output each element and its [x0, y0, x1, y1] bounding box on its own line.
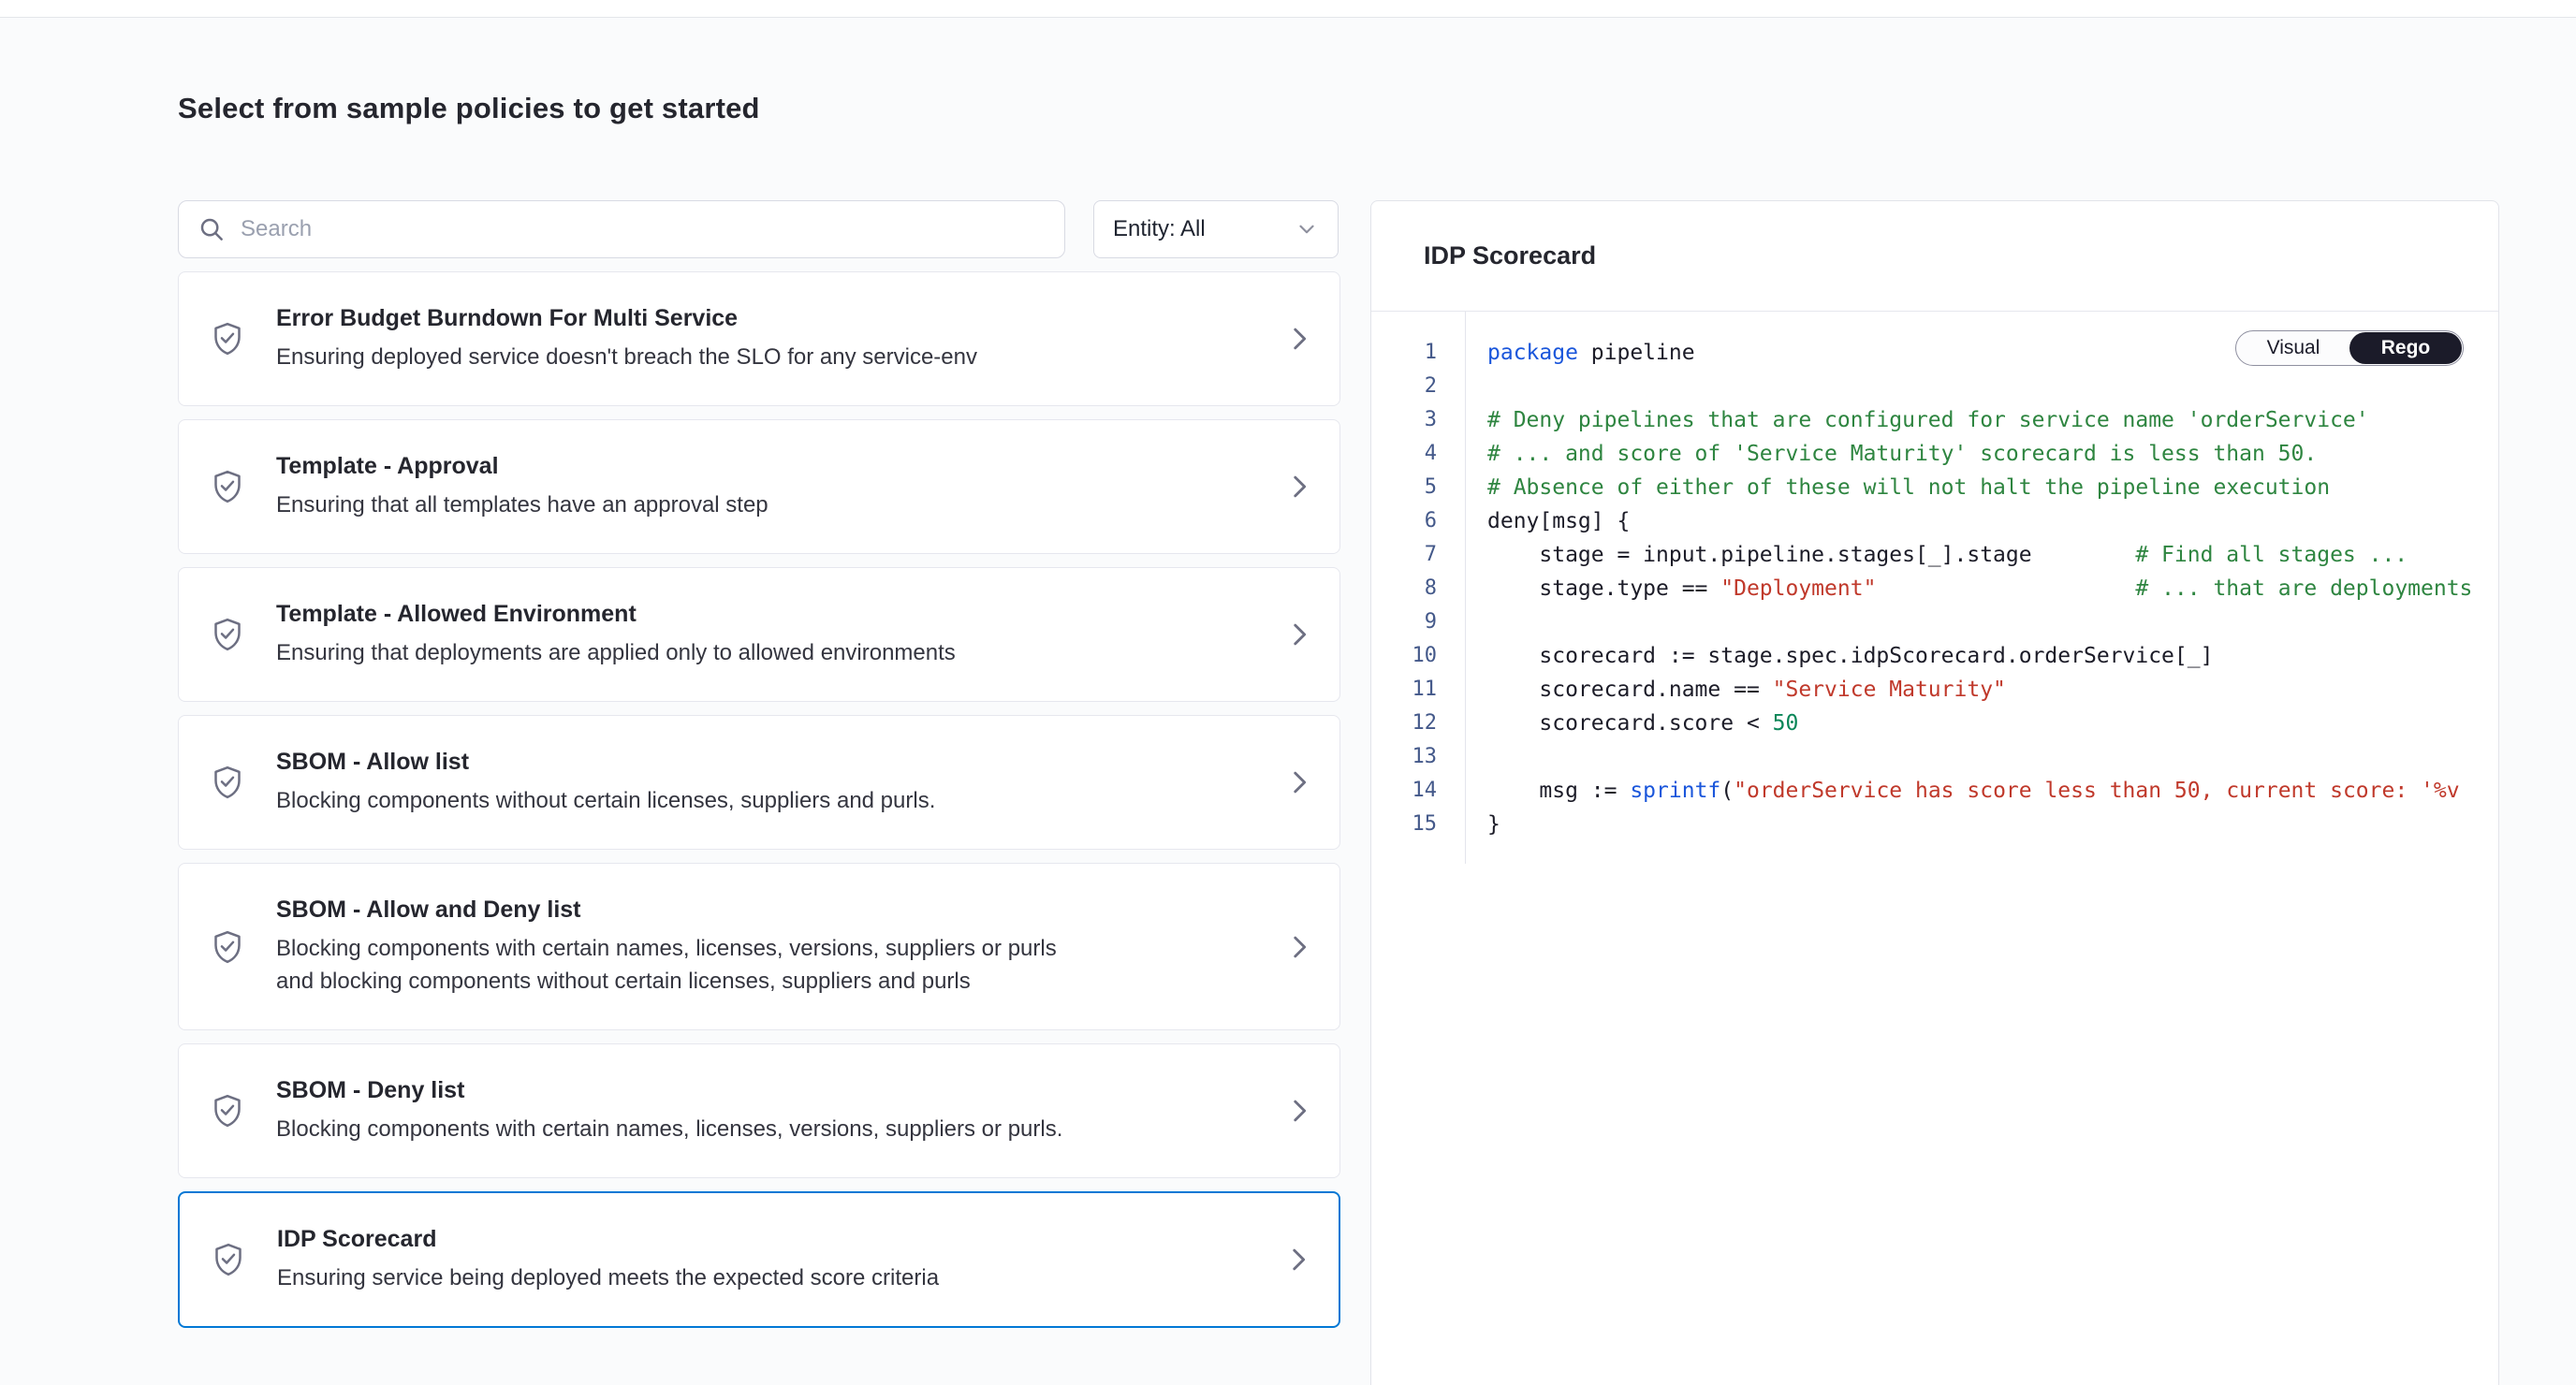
search-icon — [198, 215, 226, 243]
shield-check-icon — [179, 764, 276, 801]
policy-list: Error Budget Burndown For Multi Service … — [178, 271, 1340, 1385]
line-number: 11 — [1371, 673, 1437, 707]
shield-check-icon — [180, 1241, 277, 1278]
entity-filter-label: Entity: All — [1113, 216, 1206, 242]
search-input[interactable] — [241, 216, 1046, 242]
view-mode-toggle[interactable]: Visual Rego — [2235, 330, 2464, 366]
policy-title: Error Budget Burndown For Multi Service — [276, 304, 1259, 332]
line-number: 14 — [1371, 774, 1437, 808]
search-box[interactable] — [178, 200, 1065, 258]
code-line: deny[msg] { — [1487, 504, 2498, 538]
policy-description: Ensuring deployed service doesn't breach… — [276, 341, 1074, 373]
policy-description: Blocking components without certain lice… — [276, 784, 1074, 817]
code-line — [1487, 370, 2498, 403]
policy-title: Template - Approval — [276, 452, 1259, 480]
chevron-right-icon — [1258, 1244, 1339, 1276]
code-line: msg := sprintf("orderService has score l… — [1487, 774, 2498, 808]
policy-description: Ensuring that deployments are applied on… — [276, 636, 1074, 669]
shield-check-icon — [179, 616, 276, 653]
policy-card[interactable]: Error Budget Burndown For Multi Service … — [178, 271, 1340, 406]
top-navigation-strip — [0, 0, 2576, 18]
chevron-right-icon — [1259, 931, 1339, 963]
policy-card[interactable]: SBOM - Deny list Blocking components wit… — [178, 1043, 1340, 1178]
code-line: # Deny pipelines that are configured for… — [1487, 403, 2498, 437]
policy-description: Blocking components with certain names, … — [276, 932, 1074, 998]
policy-description: Ensuring that all templates have an appr… — [276, 488, 1074, 521]
policy-title: SBOM - Allow list — [276, 748, 1259, 776]
chevron-down-icon — [1295, 217, 1319, 241]
line-number: 12 — [1371, 707, 1437, 740]
code-line: stage = input.pipeline.stages[_].stage #… — [1487, 538, 2498, 572]
chevron-right-icon — [1259, 619, 1339, 650]
chevron-right-icon — [1259, 471, 1339, 503]
toggle-visual-button[interactable]: Visual — [2237, 332, 2349, 364]
policy-title: SBOM - Allow and Deny list — [276, 896, 1259, 924]
detail-header: IDP Scorecard — [1371, 201, 2498, 312]
policy-detail-panel: IDP Scorecard Visual Rego 12345678910111… — [1370, 200, 2499, 1385]
detail-title: IDP Scorecard — [1424, 241, 1596, 270]
line-number: 3 — [1371, 403, 1437, 437]
policy-title: SBOM - Deny list — [276, 1076, 1259, 1104]
code-line: scorecard.name == "Service Maturity" — [1487, 673, 2498, 707]
code-line: stage.type == "Deployment" # ... that ar… — [1487, 572, 2498, 605]
policy-description: Ensuring service being deployed meets th… — [277, 1261, 1075, 1294]
line-number: 8 — [1371, 572, 1437, 605]
line-number: 4 — [1371, 437, 1437, 471]
line-number: 2 — [1371, 370, 1437, 403]
shield-check-icon — [179, 1092, 276, 1130]
policy-card[interactable]: IDP Scorecard Ensuring service being dep… — [178, 1191, 1340, 1328]
code-line: scorecard := stage.spec.idpScorecard.ord… — [1487, 639, 2498, 673]
policy-card[interactable]: Template - Allowed Environment Ensuring … — [178, 567, 1340, 702]
code-editor[interactable]: Visual Rego 123456789101112131415 packag… — [1371, 312, 2498, 864]
code-line: # Absence of either of these will not ha… — [1487, 471, 2498, 504]
entity-filter-dropdown[interactable]: Entity: All — [1093, 200, 1339, 258]
shield-check-icon — [179, 928, 276, 966]
policy-title: IDP Scorecard — [277, 1225, 1258, 1253]
shield-check-icon — [179, 320, 276, 357]
code-line — [1487, 740, 2498, 774]
policy-card[interactable]: SBOM - Allow and Deny list Blocking comp… — [178, 863, 1340, 1030]
code-line: } — [1487, 808, 2498, 841]
line-number: 5 — [1371, 471, 1437, 504]
code-line — [1487, 605, 2498, 639]
page-title: Select from sample policies to get start… — [178, 92, 760, 125]
toggle-rego-button[interactable]: Rego — [2349, 332, 2462, 364]
policy-description: Blocking components with certain names, … — [276, 1113, 1074, 1145]
line-number: 15 — [1371, 808, 1437, 841]
code-line: scorecard.score < 50 — [1487, 707, 2498, 740]
chevron-right-icon — [1259, 1095, 1339, 1127]
shield-check-icon — [179, 468, 276, 505]
line-number: 13 — [1371, 740, 1437, 774]
code-content: package pipeline# Deny pipelines that ar… — [1466, 312, 2498, 864]
policy-title: Template - Allowed Environment — [276, 600, 1259, 628]
line-number: 7 — [1371, 538, 1437, 572]
chevron-right-icon — [1259, 323, 1339, 355]
line-number: 1 — [1371, 336, 1437, 370]
line-number: 10 — [1371, 639, 1437, 673]
chevron-right-icon — [1259, 766, 1339, 798]
line-number: 9 — [1371, 605, 1437, 639]
policy-card[interactable]: SBOM - Allow list Blocking components wi… — [178, 715, 1340, 850]
line-number: 6 — [1371, 504, 1437, 538]
policy-card[interactable]: Template - Approval Ensuring that all te… — [178, 419, 1340, 554]
line-number-gutter: 123456789101112131415 — [1371, 312, 1466, 864]
code-line: # ... and score of 'Service Maturity' sc… — [1487, 437, 2498, 471]
